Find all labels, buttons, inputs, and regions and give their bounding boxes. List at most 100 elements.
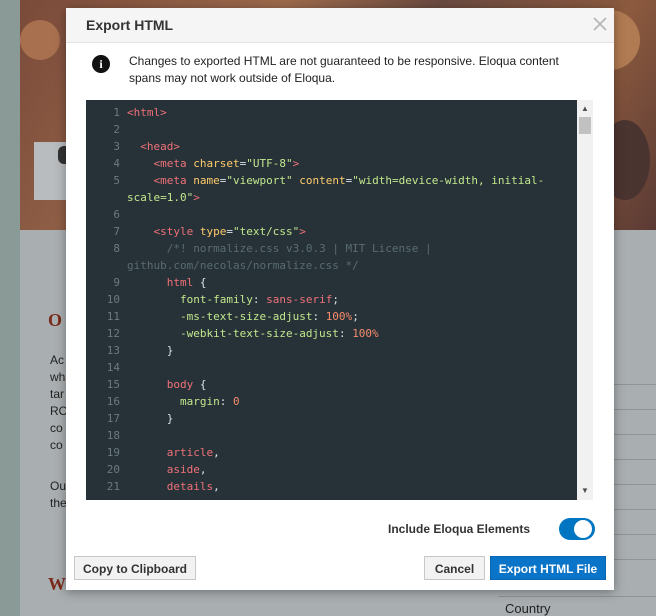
dialog-header: Export HTML (66, 8, 614, 43)
background-text-line: Ac (50, 353, 65, 367)
line-number: 3 (113, 140, 120, 153)
export-html-dialog: Export HTML i Changes to exported HTML a… (66, 8, 614, 590)
line-code: } (127, 410, 576, 427)
line-number: 5 (113, 174, 120, 187)
line-number: 13 (106, 344, 120, 357)
code-line[interactable]: 19 article, (86, 444, 576, 461)
scroll-up-icon[interactable]: ▲ (577, 102, 593, 116)
line-number: 19 (106, 446, 120, 459)
line-code: <html> (127, 104, 576, 121)
info-icon: i (92, 55, 110, 73)
code-line[interactable]: 14 (86, 359, 576, 376)
line-code: /*! normalize.css v3.0.3 | MIT License |… (127, 240, 576, 274)
line-number: 2 (113, 123, 120, 136)
line-number: 20 (106, 463, 120, 476)
code-line[interactable]: 3 <head> (86, 138, 576, 155)
background-text-line: wh (50, 370, 66, 384)
code-line[interactable]: 8 /*! normalize.css v3.0.3 | MIT License… (86, 240, 576, 274)
line-code: details, (127, 478, 576, 495)
line-number: 12 (106, 327, 120, 340)
line-number: 14 (106, 361, 120, 374)
cancel-button[interactable]: Cancel (424, 556, 485, 580)
code-line[interactable]: 16 margin: 0 (86, 393, 576, 410)
code-token: > (292, 157, 300, 170)
code-line[interactable]: 5 <meta name="viewport" content="width=d… (86, 172, 576, 206)
code-token: } (127, 344, 174, 357)
code-token: ; (332, 293, 339, 306)
background-heading-2: W (48, 574, 66, 594)
code-token: : (312, 310, 326, 323)
line-code: <head> (127, 138, 576, 155)
export-html-file-button[interactable]: Export HTML File (490, 556, 606, 580)
background-text-line: co (50, 438, 63, 452)
code-token: 0 (232, 395, 240, 408)
line-number: 6 (113, 208, 120, 221)
code-line[interactable]: 6 (86, 206, 576, 223)
line-code: body { (127, 376, 576, 393)
copy-to-clipboard-button[interactable]: Copy to Clipboard (74, 556, 196, 580)
code-token: charset (193, 157, 240, 170)
code-line[interactable]: 10 font-family: sans-serif; (86, 291, 576, 308)
code-token: /*! normalize.css v3.0.3 | MIT License |… (127, 242, 439, 272)
code-token: 100% (352, 327, 379, 340)
code-line[interactable]: 1 <html> (86, 104, 576, 121)
editor-scrollbar[interactable]: ▲ ▼ (577, 100, 593, 500)
code-line[interactable]: 7 <style type="text/css"> (86, 223, 576, 240)
line-code: -ms-text-size-adjust: 100%; (127, 308, 576, 325)
background-divider (498, 596, 656, 597)
code-token: ; (352, 310, 359, 323)
code-line[interactable]: 13 } (86, 342, 576, 359)
line-code: font-family: sans-serif; (127, 291, 576, 308)
code-token: <style (153, 225, 200, 238)
code-line[interactable]: 4 <meta charset="UTF-8"> (86, 155, 576, 172)
code-line[interactable]: 11 -ms-text-size-adjust: 100%; (86, 308, 576, 325)
code-line[interactable]: 21 details, (86, 478, 576, 495)
code-token: details (166, 480, 214, 493)
dialog-title: Export HTML (86, 17, 174, 33)
code-token: article (166, 446, 214, 459)
close-button[interactable] (590, 14, 610, 34)
line-number: 21 (106, 480, 120, 493)
code-editor[interactable]: 1 <html> 2 3 <head> 4 <meta charset="UTF-8">… (86, 100, 593, 500)
code-token: , (199, 463, 207, 476)
scroll-down-icon[interactable]: ▼ (577, 484, 593, 498)
line-number: 9 (113, 276, 120, 289)
code-line[interactable]: 12 -webkit-text-size-adjust: 100% (86, 325, 576, 342)
line-number: 11 (106, 310, 120, 323)
include-eloqua-elements-toggle[interactable] (559, 518, 595, 540)
scroll-thumb[interactable] (579, 117, 591, 134)
line-code: <meta charset="UTF-8"> (127, 155, 576, 172)
code-line[interactable]: 18 (86, 427, 576, 444)
code-content[interactable]: 1 <html> 2 3 <head> 4 <meta charset="UTF-8">… (86, 104, 576, 495)
line-number: 8 (113, 242, 120, 255)
line-number: 15 (106, 378, 120, 391)
code-token: html (166, 276, 194, 289)
line-number: 18 (106, 429, 120, 442)
code-token: "UTF-8" (246, 157, 293, 170)
code-token: { (193, 378, 207, 391)
code-line[interactable]: 9 html { (86, 274, 576, 291)
code-line[interactable]: 17 } (86, 410, 576, 427)
code-line[interactable]: 20 aside, (86, 461, 576, 478)
code-token: -ms-text-size-adjust (179, 310, 313, 323)
code-token: : (338, 327, 353, 340)
toggle-knob (574, 520, 592, 538)
code-line[interactable]: 2 (86, 121, 576, 138)
code-line[interactable]: 15 body { (86, 376, 576, 393)
background-form-lines (614, 360, 656, 560)
background-text-line: Ou (50, 479, 67, 493)
code-token: , (213, 446, 220, 459)
